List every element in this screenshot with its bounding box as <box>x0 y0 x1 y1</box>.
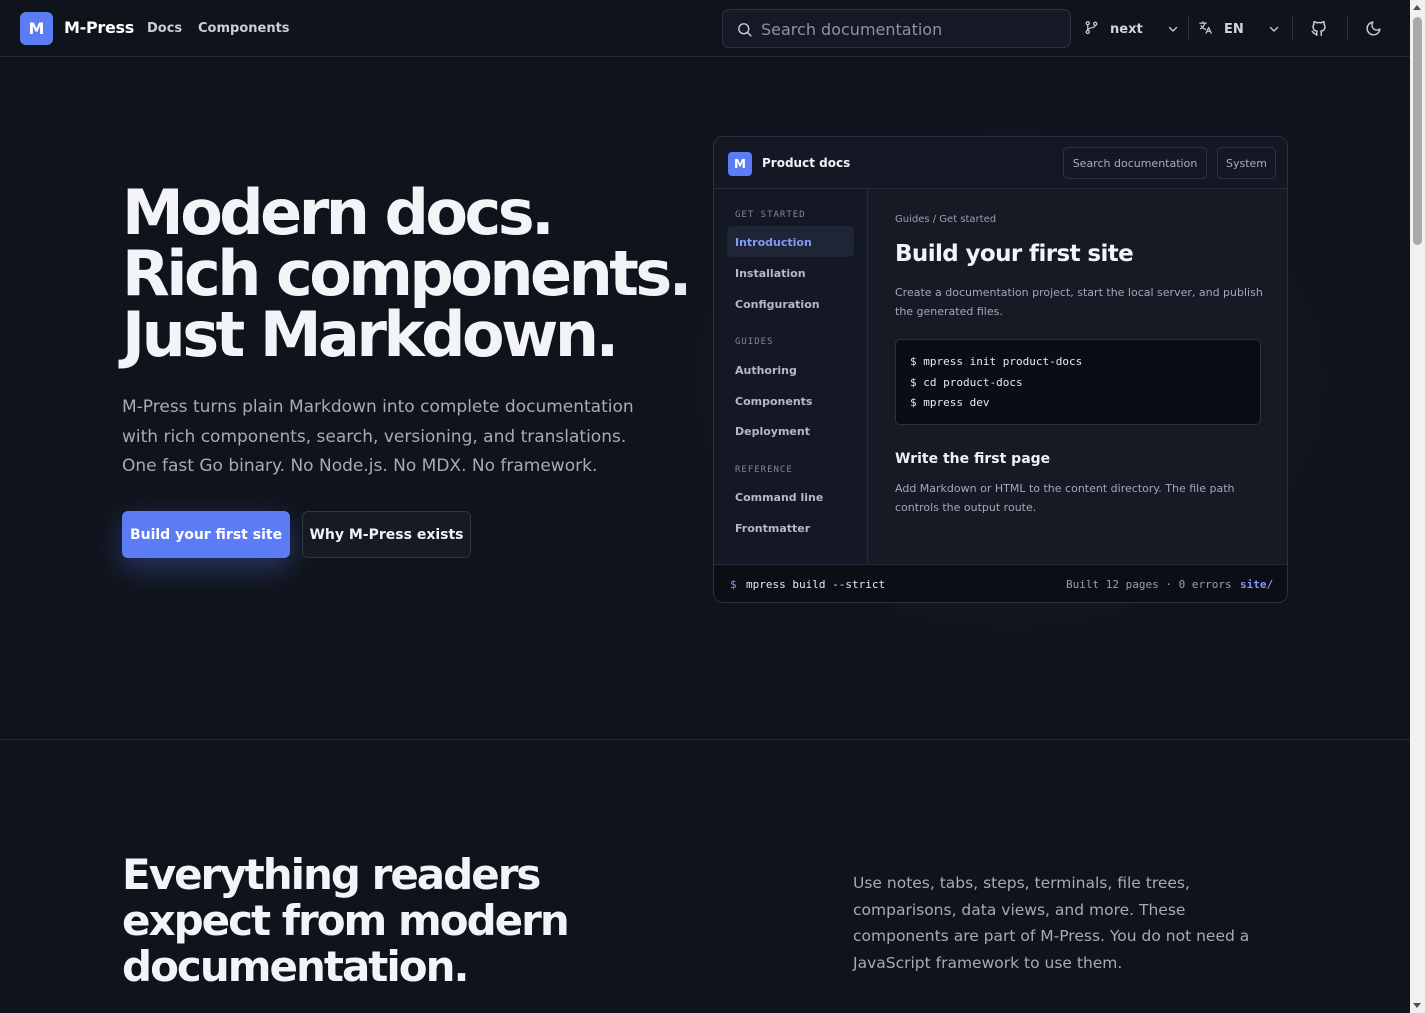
logo[interactable]: M <box>20 12 53 45</box>
preview-subtext: Add Markdown or HTML to the content dire… <box>895 482 1235 514</box>
scrollbar-thumb[interactable] <box>1413 17 1422 245</box>
version-selector[interactable]: next <box>1084 19 1179 39</box>
terminal-prompt: $ <box>730 578 737 591</box>
code-line: $ mpress init product-docs <box>910 355 1083 368</box>
hero-title: Modern docs. Rich components. Just Markd… <box>122 176 692 371</box>
preview-terminal-footer: $ mpress build --strict Built 12 pages ·… <box>714 564 1287 602</box>
why-mpress-button[interactable]: Why M-Press exists <box>302 511 471 558</box>
language-selector[interactable]: EN <box>1198 19 1280 39</box>
preview-subheading: Write the first page <box>895 451 1051 467</box>
docs-preview-window: M Product docs Search documentation Syst… <box>713 136 1288 603</box>
hero-subtitle: M-Press turns plain Markdown into comple… <box>122 397 634 476</box>
sidebar-item-command-line[interactable]: Command line <box>735 491 823 504</box>
nav-link-components[interactable]: Components <box>198 21 290 36</box>
preview-page-title: Build your first site <box>895 241 1134 267</box>
sidebar-item-authoring[interactable]: Authoring <box>735 364 797 377</box>
search-icon <box>736 21 753 42</box>
features-title-line: expect from modern <box>122 896 570 945</box>
scroll-up-arrow-icon[interactable] <box>1413 5 1421 10</box>
hero-title-line: Rich components. <box>122 237 692 310</box>
version-label: next <box>1110 21 1143 37</box>
breadcrumb: Guides / Get started <box>895 214 997 225</box>
github-icon[interactable] <box>1310 18 1328 38</box>
translate-icon <box>1198 20 1213 39</box>
section-divider <box>0 739 1410 740</box>
sidebar-item-configuration[interactable]: Configuration <box>735 298 820 311</box>
sidebar-item-frontmatter[interactable]: Frontmatter <box>735 522 810 535</box>
preview-logo: M <box>728 152 752 176</box>
scroll-down-arrow-icon[interactable] <box>1413 1003 1421 1008</box>
brand-name[interactable]: M-Press <box>64 18 134 37</box>
build-first-site-button[interactable]: Build your first site <box>122 511 290 558</box>
preview-sidebar: GET STARTED Introduction Installation Co… <box>714 189 868 564</box>
build-status: Built 12 pages · 0 errors <box>1066 578 1232 591</box>
search-placeholder: Search documentation <box>761 20 943 39</box>
git-branch-icon <box>1084 20 1099 39</box>
sidebar-item-components[interactable]: Components <box>735 395 812 408</box>
sidebar-section-label: GET STARTED <box>735 210 806 220</box>
sidebar-item-installation[interactable]: Installation <box>735 267 806 280</box>
preview-search-button[interactable]: Search documentation <box>1063 147 1207 179</box>
code-block: $ mpress init product-docs $ cd product-… <box>895 339 1261 425</box>
chevron-down-icon <box>1167 20 1179 39</box>
features-title-line: Everything readers <box>122 850 541 899</box>
divider <box>1292 16 1293 40</box>
terminal-command: mpress build --strict <box>746 578 886 591</box>
nav-link-docs[interactable]: Docs <box>147 21 182 36</box>
features-title: Everything readers expect from modern do… <box>122 850 570 991</box>
sidebar-item-introduction[interactable]: Introduction <box>735 236 812 249</box>
code-line: $ mpress dev <box>910 396 990 409</box>
preview-theme-button[interactable]: System <box>1217 147 1276 179</box>
preview-intro: Create a documentation project, start th… <box>895 286 1263 318</box>
features-description: Use notes, tabs, steps, terminals, file … <box>853 874 1250 972</box>
chevron-down-icon <box>1268 20 1280 39</box>
hero-title-line: Just Markdown. <box>122 298 619 371</box>
search-input[interactable]: Search documentation <box>722 9 1071 48</box>
sidebar-item-deployment[interactable]: Deployment <box>735 425 810 438</box>
moon-icon[interactable] <box>1365 18 1382 38</box>
preview-header: M Product docs Search documentation Syst… <box>714 137 1287 189</box>
output-directory: site/ <box>1240 578 1274 591</box>
divider <box>1188 16 1189 40</box>
hero-title-line: Modern docs. <box>122 176 555 249</box>
code-line: $ cd product-docs <box>910 375 1023 389</box>
page-scrollbar[interactable] <box>1410 0 1425 1013</box>
sidebar-section-label: GUIDES <box>735 337 774 347</box>
preview-content: Guides / Get started Build your first si… <box>869 189 1287 564</box>
language-label: EN <box>1224 21 1244 37</box>
sidebar-section-label: REFERENCE <box>735 465 793 475</box>
top-navigation: M M-Press Docs Components Search documen… <box>0 0 1410 57</box>
preview-site-title: Product docs <box>762 156 851 170</box>
divider <box>1347 16 1348 40</box>
features-title-line: documentation. <box>122 942 469 991</box>
